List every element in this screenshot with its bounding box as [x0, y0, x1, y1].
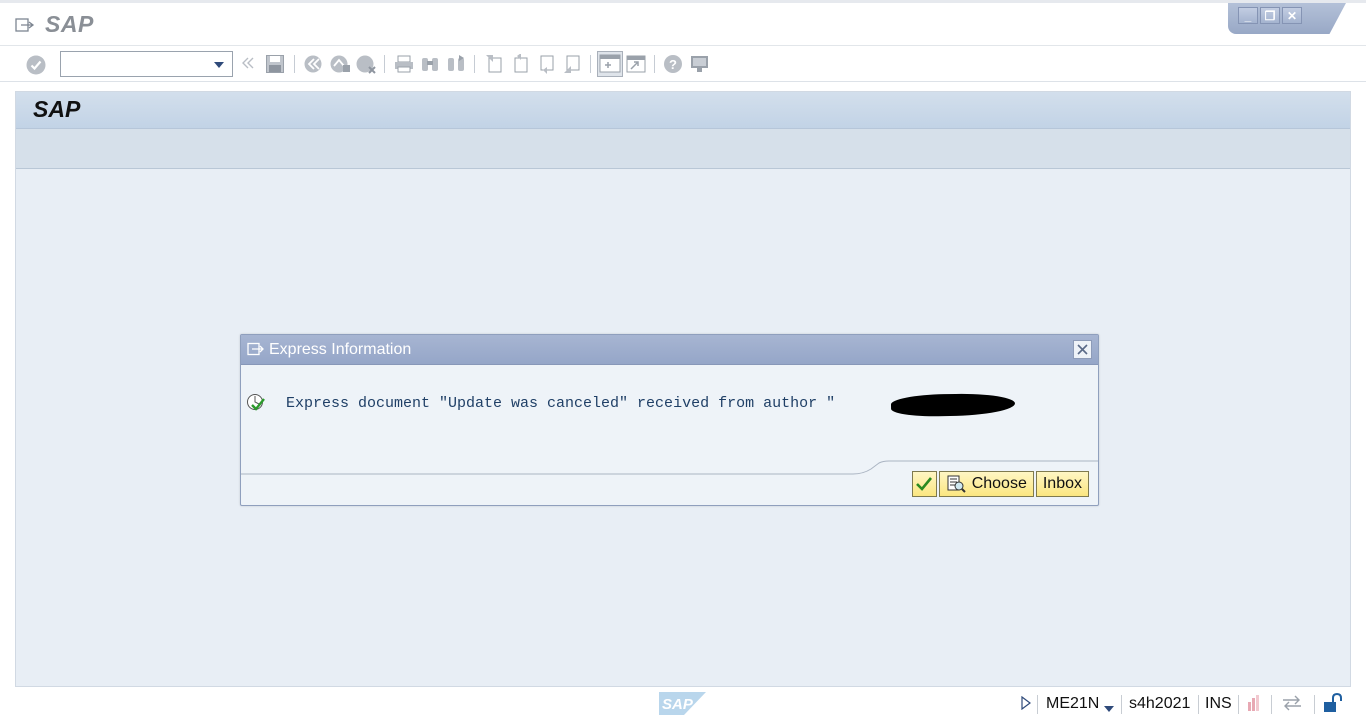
performance-icon	[1246, 695, 1262, 717]
dialog-close-button[interactable]	[1073, 340, 1092, 359]
shortcut-icon[interactable]	[625, 54, 647, 79]
status-separator	[1121, 695, 1122, 714]
express-message-text: Express document "Update was canceled" r…	[286, 395, 836, 412]
application-toolbar	[16, 129, 1350, 169]
enter-icon[interactable]	[25, 54, 47, 81]
sap-logo: SAP	[659, 692, 706, 715]
insert-mode[interactable]: INS	[1205, 695, 1232, 713]
minimize-button[interactable]: _	[1238, 7, 1258, 24]
choose-button[interactable]: Choose	[938, 471, 1034, 497]
find-icon[interactable]	[419, 54, 441, 79]
svg-text:?: ?	[669, 57, 677, 72]
first-page-icon[interactable]	[483, 54, 505, 79]
previous-page-icon[interactable]	[509, 53, 531, 79]
restore-icon: ❐	[1264, 8, 1276, 23]
dialog-title: Express Information	[269, 341, 412, 358]
layout-icon[interactable]	[689, 54, 711, 79]
toolbar-separator	[294, 55, 295, 73]
command-field-input[interactable]	[61, 52, 211, 76]
close-icon: ✕	[1286, 8, 1298, 23]
print-icon[interactable]	[393, 54, 415, 79]
cancel-icon[interactable]	[355, 54, 377, 79]
command-field[interactable]	[60, 51, 233, 77]
restore-button[interactable]: ❐	[1260, 7, 1280, 24]
last-page-icon[interactable]	[561, 54, 583, 79]
menu-icon[interactable]	[247, 342, 265, 362]
save-icon[interactable]	[265, 54, 285, 79]
toolbar-separator	[474, 55, 475, 73]
inbox-button-label: Inbox	[1042, 475, 1082, 492]
create-session-icon[interactable]	[597, 51, 623, 82]
svg-text:SAP: SAP	[662, 696, 694, 713]
status-separator	[1271, 695, 1272, 714]
express-information-dialog: Express Information Express document "Up…	[240, 334, 1099, 506]
minimize-icon: _	[1244, 8, 1252, 23]
exit-icon[interactable]	[329, 54, 351, 79]
window-controls: _ ❐ ✕	[1228, 3, 1346, 34]
unlock-icon[interactable]	[1322, 692, 1344, 718]
system-name: s4h2021	[1129, 695, 1191, 712]
toolbar-separator	[654, 55, 655, 73]
status-separator	[1198, 695, 1199, 714]
chevron-down-icon[interactable]	[214, 62, 224, 68]
status-separator	[1314, 695, 1315, 714]
menu-icon[interactable]	[15, 17, 35, 38]
screen-title: SAP	[33, 96, 81, 122]
transaction-code[interactable]: ME21N	[1046, 695, 1099, 713]
status-expand-icon[interactable]	[1021, 695, 1031, 715]
title-bar: SAP _ ❐ ✕	[0, 0, 1366, 46]
display-document-icon	[946, 475, 966, 493]
next-page-icon[interactable]	[535, 54, 557, 79]
find-next-icon[interactable]	[445, 54, 467, 79]
close-window-button[interactable]: ✕	[1282, 7, 1302, 24]
back-icon[interactable]	[303, 54, 325, 79]
screen-title-bar: SAP	[16, 92, 1350, 129]
window-title: SAP	[45, 11, 94, 37]
help-icon[interactable]: ?	[663, 54, 685, 79]
chevron-down-icon[interactable]	[1104, 700, 1114, 718]
checkmark-icon	[916, 477, 933, 491]
status-separator	[1238, 695, 1239, 714]
status-bar: SAP ME21N s4h2021 INS	[0, 689, 1366, 719]
toolbar-separator	[384, 55, 385, 73]
dialog-title-bar[interactable]: Express Information	[241, 335, 1098, 365]
standard-toolbar: ?	[0, 46, 1366, 82]
choose-button-label: Choose	[971, 475, 1027, 492]
dialog-button-bar: Choose Inbox	[911, 471, 1089, 497]
close-icon	[1077, 344, 1088, 355]
toolbar-separator	[590, 55, 591, 73]
inbox-button[interactable]: Inbox	[1035, 471, 1089, 497]
status-separator	[1037, 695, 1038, 714]
continue-button[interactable]	[911, 471, 937, 497]
express-document-icon	[246, 393, 266, 418]
back-double-icon[interactable]	[241, 55, 255, 76]
server-connection-icon[interactable]	[1281, 695, 1303, 716]
